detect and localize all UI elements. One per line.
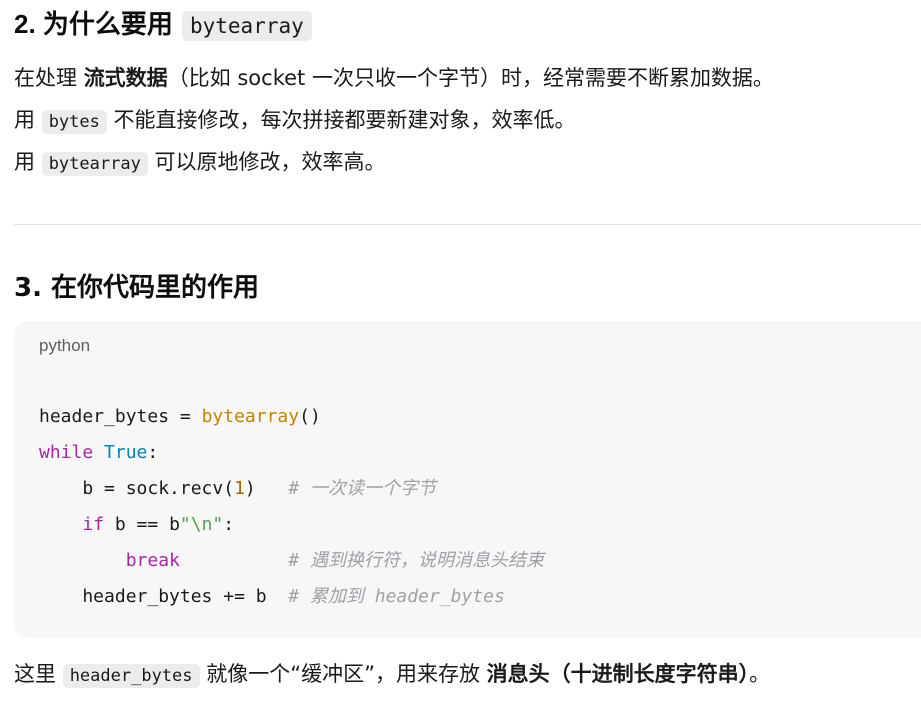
code-token: b == b bbox=[104, 514, 180, 535]
horizontal-divider bbox=[14, 224, 921, 225]
text: （比如 socket 一次只收一个字节）时，经常需要不断累加数据。 bbox=[167, 66, 774, 90]
bold-text: 流式数据 bbox=[83, 66, 168, 90]
code-block[interactable]: python header_bytes = bytearray() while … bbox=[14, 321, 921, 638]
code-keyword: while bbox=[39, 442, 94, 463]
inline-code-bytearray: bytearray bbox=[41, 152, 148, 176]
code-comment: # 遇到换行符，说明消息头结束 bbox=[288, 550, 544, 571]
text: 就像一个“缓冲区”，用来存放 bbox=[199, 662, 487, 686]
inline-code-bytes: bytes bbox=[41, 110, 107, 134]
code-line: b = sock.recv(1) # 一次读一个字节 bbox=[39, 477, 436, 501]
code-keyword: break bbox=[125, 550, 180, 571]
code-token: bytearray bbox=[201, 406, 300, 427]
code-line: if b == b"\n": bbox=[39, 513, 234, 537]
bold-text: 消息头（十进制长度字符串） bbox=[486, 662, 750, 686]
code-keyword: if bbox=[82, 514, 105, 535]
code-token: : bbox=[147, 442, 159, 463]
code-line: header_bytes += b # 累加到 header_bytes bbox=[39, 585, 505, 609]
code-token: : bbox=[223, 514, 235, 535]
code-line: header_bytes = bytearray() bbox=[39, 405, 321, 429]
text: 用 bbox=[14, 150, 42, 174]
code-string: "\n" bbox=[179, 514, 224, 535]
footer-paragraph: 这里 header_bytes 就像一个“缓冲区”，用来存放 消息头（十进制长度… bbox=[14, 660, 770, 690]
text: 在处理 bbox=[14, 66, 84, 90]
code-token: () bbox=[299, 406, 321, 427]
text: 用 bbox=[14, 108, 42, 132]
section-2-heading-text: 2. 为什么要用 bbox=[14, 9, 173, 39]
paragraph-line-1: 在处理 流式数据（比如 socket 一次只收一个字节）时，经常需要不断累加数据… bbox=[14, 64, 774, 92]
code-language-label: python bbox=[39, 336, 91, 355]
code-comment: # 累加到 header_bytes bbox=[288, 586, 505, 607]
section-2-heading: 2. 为什么要用 bytearray bbox=[14, 7, 312, 43]
inline-code-header-bytes: header_bytes bbox=[62, 664, 200, 688]
section-3-heading: 3. 在你代码里的作用 bbox=[14, 273, 260, 303]
code-token: True bbox=[104, 442, 148, 463]
code-token: ) bbox=[244, 478, 289, 499]
inline-code-bytearray: bytearray bbox=[181, 11, 312, 41]
code-token: header_bytes = bbox=[39, 406, 202, 427]
code-line: while True: bbox=[39, 441, 158, 465]
text: 不能直接修改，每次拼接都要新建对象，效率低。 bbox=[106, 108, 576, 132]
text: 这里 bbox=[14, 662, 63, 686]
code-token: header_bytes += b bbox=[39, 586, 289, 607]
code-number: 1 bbox=[234, 478, 245, 499]
code-line: break # 遇到换行符，说明消息头结束 bbox=[39, 549, 544, 573]
paragraph-line-2: 用 bytes 不能直接修改，每次拼接都要新建对象，效率低。 bbox=[14, 106, 576, 136]
code-token: b = sock.recv( bbox=[39, 478, 235, 499]
code-comment: # 一次读一个字节 bbox=[288, 478, 436, 499]
paragraph-line-3: 用 bytearray 可以原地修改，效率高。 bbox=[14, 148, 386, 178]
text: 。 bbox=[749, 662, 771, 686]
text: 可以原地修改，效率高。 bbox=[147, 150, 386, 174]
